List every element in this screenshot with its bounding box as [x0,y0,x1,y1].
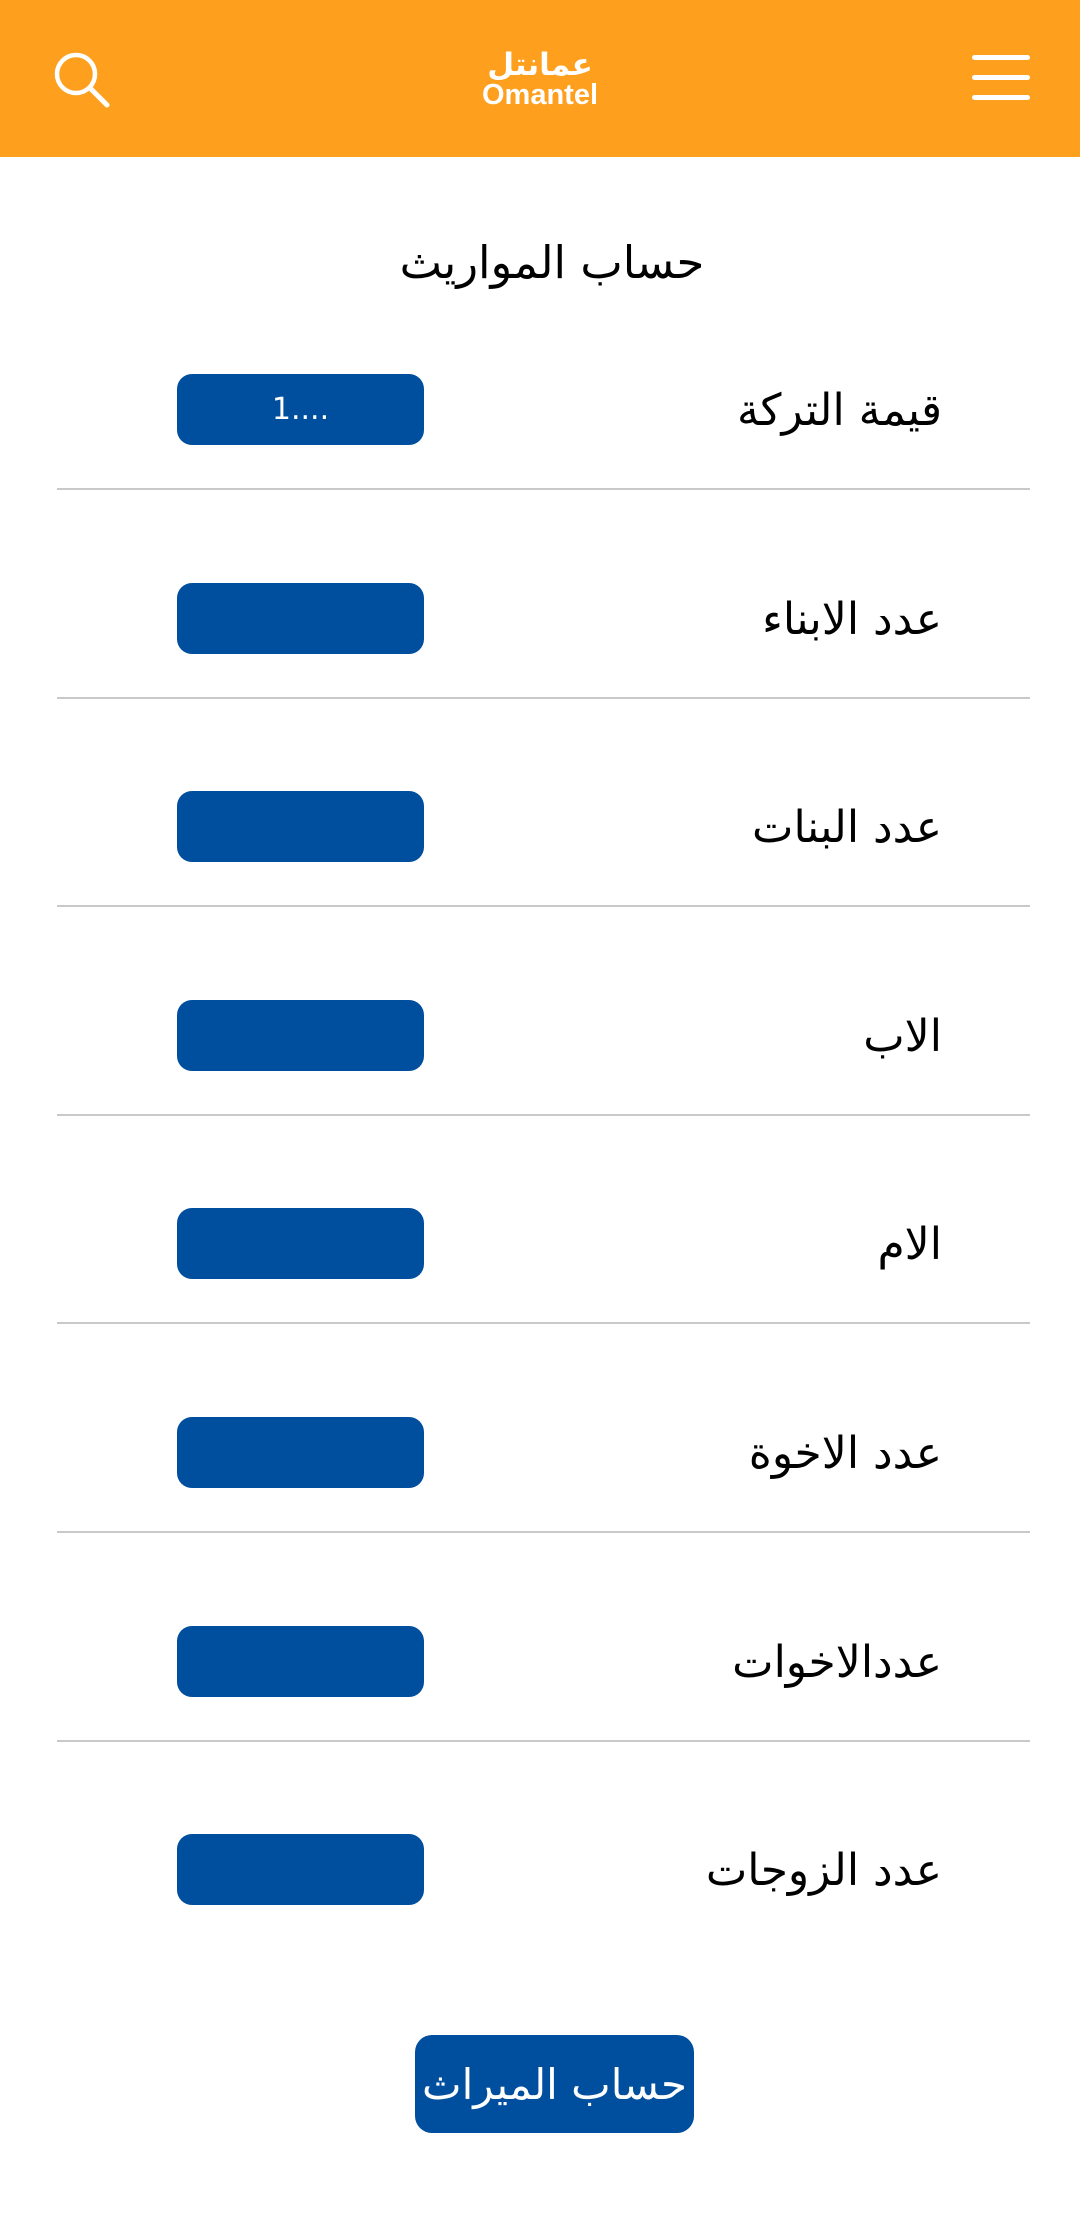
field-input[interactable] [177,1834,424,1905]
form-row: عدد الابناء [0,514,1080,722]
field-label: قيمة التركة [736,384,942,436]
field-input[interactable] [177,791,424,862]
form-row: عدد الزوجات [0,1765,1080,1973]
field-label: عدد الاخوة [748,1427,942,1479]
form-row: الام [0,1139,1080,1347]
field-input[interactable] [177,583,424,654]
page-title: حساب المواريث [399,236,705,289]
form-row: الاب [0,931,1080,1139]
row-divider [57,1114,1030,1116]
field-label: عدد البنات [752,801,942,853]
field-label: عدد الزوجات [705,1844,942,1896]
row-divider [57,1531,1030,1533]
row-divider [57,1740,1030,1742]
menu-button[interactable] [970,52,1032,104]
field-input[interactable] [177,1626,424,1697]
row-divider [57,905,1030,907]
field-label: عدد الابناء [762,593,942,645]
form-row: عددالاخوات [0,1557,1080,1765]
logo-arabic: عمانتل [487,47,593,83]
search-icon [54,52,110,108]
field-input[interactable] [177,1417,424,1488]
row-divider [57,697,1030,699]
field-label: الاب [863,1010,942,1062]
field-label: الام [877,1218,942,1270]
field-label: عددالاخوات [732,1636,942,1688]
omantel-logo[interactable]: عمانتل Omantel [440,48,640,118]
field-input[interactable] [177,374,424,445]
form-row: عدد الاخوة [0,1348,1080,1556]
search-button[interactable] [52,50,112,110]
row-divider [57,1322,1030,1324]
form-row: عدد البنات [0,722,1080,930]
app-header: عمانتل Omantel [0,0,1080,157]
form-row: قيمة التركة [0,305,1080,513]
field-input[interactable] [177,1000,424,1071]
logo-english: Omantel [481,79,599,111]
calculate-inheritance-button[interactable]: حساب الميراث [415,2035,694,2133]
field-input[interactable] [177,1208,424,1279]
hamburger-menu-icon [972,55,1030,100]
row-divider [57,488,1030,490]
